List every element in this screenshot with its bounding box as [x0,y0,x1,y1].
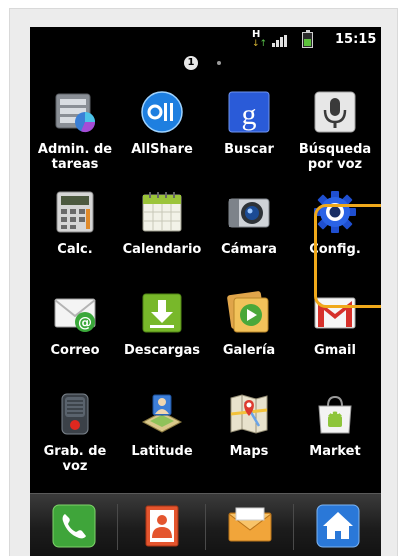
app-label: Descargas [123,343,201,358]
task-manager-icon [55,93,96,133]
page-dot[interactable] [217,61,221,65]
camera-icon [228,198,270,228]
app-label: Latitude [131,444,193,459]
app-calendario[interactable]: Calendario [120,190,204,290]
battery-level [304,39,311,46]
app-label: Grab. de voz [43,444,107,474]
calculator-icon [56,191,94,233]
phone-screen: H ↓↑ 15:15 1 Admin. de tareas AllShare g… [30,27,381,556]
app-busqueda-por-voz[interactable]: Búsqueda por voz [293,90,377,190]
app-admin-tareas[interactable]: Admin. de tareas [33,90,117,190]
dock-divider [205,504,206,550]
app-latitude[interactable]: Latitude [120,392,204,492]
home-icon[interactable] [315,503,361,549]
email-icon: @ [54,298,96,332]
battery-icon [302,30,313,48]
status-clock: 15:15 [335,32,377,47]
app-galeria[interactable]: Galería [207,291,291,391]
google-search-icon: g [228,91,270,133]
svg-text:@: @ [78,315,92,331]
status-bar: H ↓↑ 15:15 [30,27,381,54]
app-maps[interactable]: Maps [207,392,291,492]
app-label: Galería [222,343,276,358]
signal-strength-icon [272,35,288,47]
contacts-icon[interactable] [139,503,185,549]
app-label: AllShare [131,142,193,157]
messaging-icon[interactable] [227,503,273,549]
gallery-icon [227,291,269,333]
app-grab-de-voz[interactable]: Grab. de voz [33,392,117,492]
data-activity-icon: ↓↑ [252,39,268,49]
latitude-icon [141,394,183,433]
calendar-icon [142,192,182,232]
app-label: Gmail [314,343,356,358]
config-highlight-outline [314,204,381,308]
dock-divider [117,504,118,550]
maps-icon [230,394,268,434]
app-market[interactable]: Market [293,392,377,492]
app-label: Buscar [224,142,274,157]
svg-text:g: g [242,98,257,131]
allshare-icon [141,91,183,133]
app-label: Maps [229,444,269,459]
app-correo[interactable]: @ Correo [33,291,117,391]
market-icon [318,395,352,434]
dock-divider [293,504,294,550]
app-buscar[interactable]: g Buscar [207,90,291,190]
dock-bar [30,493,381,556]
phone-icon[interactable] [51,503,97,549]
app-calc[interactable]: Calc. [33,190,117,290]
page-indicator: 1 [30,54,381,72]
app-descargas[interactable]: Descargas [120,291,204,391]
app-label: Admin. de tareas [37,142,113,172]
app-label: Calendario [122,242,202,257]
current-page-indicator[interactable]: 1 [184,56,198,70]
app-label: Cámara [221,242,277,257]
app-label: Calc. [57,242,93,257]
app-camara[interactable]: Cámara [207,190,291,290]
app-allshare[interactable]: AllShare [120,90,204,190]
downloads-icon [142,293,182,333]
app-label: Correo [50,343,100,358]
app-label: Búsqueda por voz [298,142,372,172]
app-label: Market [309,444,361,459]
voice-recorder-icon [61,393,89,435]
voice-search-icon [314,91,356,133]
